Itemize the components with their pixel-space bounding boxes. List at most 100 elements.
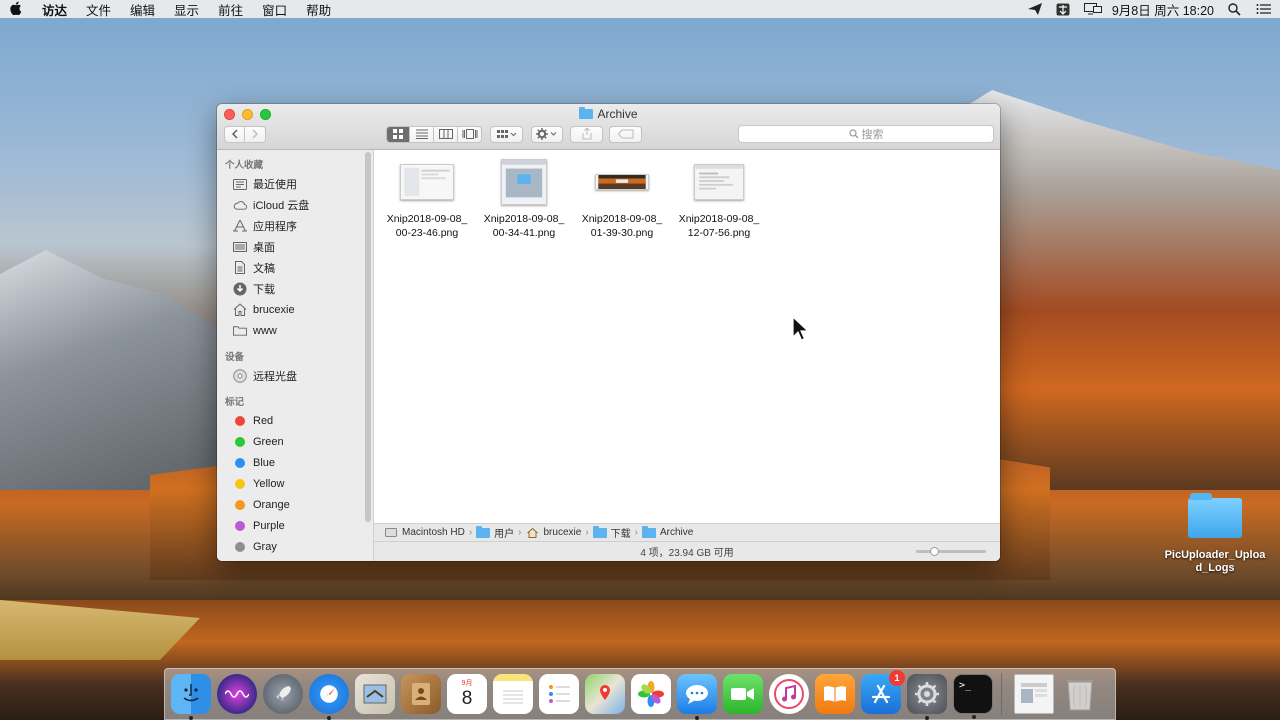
notification-badge: 1	[889, 670, 905, 686]
sidebar-tag-orange[interactable]: Orange	[217, 494, 373, 515]
share-icon	[582, 128, 591, 140]
sidebar-item-applications[interactable]: 应用程序	[217, 215, 373, 236]
back-button[interactable]	[224, 125, 245, 143]
folder-icon	[233, 325, 247, 337]
sidebar-tag-purple[interactable]: Purple	[217, 515, 373, 536]
path-segment-users[interactable]: 用户	[494, 525, 514, 540]
dock-facetime[interactable]	[723, 674, 763, 714]
dock-mail[interactable]	[355, 674, 395, 714]
tag-color-dot-icon	[235, 436, 245, 447]
menu-finder[interactable]: 访达	[42, 0, 67, 19]
menu-help[interactable]: 帮助	[306, 0, 331, 19]
action-button[interactable]	[531, 125, 563, 143]
photos-flower-icon	[638, 681, 664, 707]
dock-terminal[interactable]: >_	[953, 674, 993, 719]
file-browser[interactable]: Xnip2018-09-08_ 00-23-46.png Xnip2018-09…	[374, 150, 1000, 561]
dock-messages[interactable]	[677, 674, 717, 720]
calendar-month: 9月	[461, 679, 473, 687]
path-bar: Macintosh HD › 用户 › brucexie › 下载 › Arch…	[374, 523, 1000, 541]
dock-ibooks[interactable]	[815, 674, 855, 714]
sidebar-tag-red[interactable]: Red	[217, 410, 373, 431]
dock-finder[interactable]	[171, 674, 211, 720]
screenshot-thumbnail-icon	[694, 164, 744, 200]
dock-reminders[interactable]	[539, 674, 579, 714]
applications-icon	[233, 219, 247, 232]
sidebar-tag-gray[interactable]: Gray	[217, 536, 373, 557]
input-method-icon[interactable]	[1056, 3, 1070, 16]
menu-window[interactable]: 窗口	[262, 0, 287, 19]
gallery-view-button[interactable]	[458, 125, 482, 143]
group-by-button[interactable]	[490, 125, 523, 143]
icon-view-button[interactable]	[386, 125, 410, 143]
dock-siri[interactable]	[217, 674, 257, 714]
sidebar-item-home[interactable]: brucexie	[217, 299, 373, 320]
menubar-clock[interactable]: 9月8日 周六 18:20	[1112, 0, 1214, 19]
icon-size-slider[interactable]	[916, 547, 986, 556]
sidebar-item-recents[interactable]: 最近使用	[217, 173, 373, 194]
share-button[interactable]	[570, 125, 603, 143]
apple-menu-icon[interactable]	[10, 1, 24, 18]
dock-divider	[1001, 673, 1002, 715]
sidebar-item-remote-disc[interactable]: 远程光盘	[217, 365, 373, 386]
menu-go[interactable]: 前往	[218, 0, 243, 19]
sidebar-item-desktop[interactable]: 桌面	[217, 236, 373, 257]
sidebar-item-www[interactable]: www	[217, 320, 373, 341]
slider-knob[interactable]	[930, 547, 939, 556]
music-note-icon	[774, 679, 804, 709]
file-item[interactable]: Xnip2018-09-08_ 01-39-30.png	[576, 154, 668, 240]
sidebar-scrollbar[interactable]	[365, 152, 371, 522]
dock-itunes[interactable]	[769, 674, 809, 714]
sidebar-item-downloads[interactable]: 下载	[217, 278, 373, 299]
menu-edit[interactable]: 编辑	[130, 0, 155, 19]
notification-center-icon[interactable]	[1256, 3, 1271, 15]
dock-safari[interactable]	[309, 674, 349, 720]
sidebar-tag-yellow[interactable]: Yellow	[217, 473, 373, 494]
dock-trash[interactable]	[1060, 674, 1100, 714]
menu-file[interactable]: 文件	[86, 0, 111, 19]
dock-system-preferences[interactable]	[907, 674, 947, 720]
tag-color-dot-icon	[235, 415, 245, 426]
forward-button[interactable]	[245, 125, 266, 143]
sidebar-tag-blue[interactable]: Blue	[217, 452, 373, 473]
path-segment-disk[interactable]: Macintosh HD	[402, 527, 465, 538]
dock-calendar[interactable]: 9月 8	[447, 674, 487, 714]
sidebar-tag-green[interactable]: Green	[217, 431, 373, 452]
search-field[interactable]: 搜索	[738, 125, 994, 143]
sidebar-item-documents[interactable]: 文稿	[217, 257, 373, 278]
contacts-book-icon	[412, 683, 430, 705]
dock-launchpad[interactable]	[263, 674, 303, 714]
dock-photos[interactable]	[631, 674, 671, 714]
chevron-left-icon	[231, 129, 237, 139]
window-titlebar[interactable]: Archive 搜索	[217, 104, 1000, 150]
dock-app-store[interactable]: 1	[861, 670, 905, 714]
path-segment-downloads[interactable]: 下载	[611, 525, 631, 540]
group-grid-icon	[496, 130, 516, 138]
sidebar-tag-label: Green	[253, 435, 284, 448]
file-item[interactable]: Xnip2018-09-08_ 00-23-46.png	[381, 154, 473, 240]
path-segment-home[interactable]: brucexie	[544, 527, 582, 538]
download-icon	[233, 282, 247, 295]
dock-notes[interactable]	[493, 674, 533, 714]
spotlight-search-icon[interactable]	[1228, 3, 1242, 16]
menu-view[interactable]: 显示	[174, 0, 199, 19]
window-title-text: Archive	[597, 107, 638, 121]
paper-plane-icon[interactable]	[1027, 3, 1042, 15]
speech-bubble-icon	[686, 685, 708, 704]
path-separator-icon: ›	[518, 527, 522, 538]
column-view-button[interactable]	[434, 125, 458, 143]
file-name-line1: Xnip2018-09-08_	[581, 213, 663, 225]
sidebar-item-icloud-drive[interactable]: iCloud 云盘	[217, 194, 373, 215]
dock-downloads-stack[interactable]	[1014, 674, 1054, 714]
tags-button[interactable]	[609, 125, 642, 143]
dock-contacts[interactable]	[401, 674, 441, 714]
menu-bar: 访达 文件 编辑 显示 前往 窗口 帮助 9月8日 周六 18:20	[0, 0, 1280, 18]
search-icon	[848, 129, 858, 139]
airplay-display-icon[interactable]	[1083, 3, 1102, 15]
dock-maps[interactable]	[585, 674, 625, 714]
file-item[interactable]: Xnip2018-09-08_ 00-34-41.png	[478, 154, 570, 240]
desktop-folder[interactable]: PicUploader_Uploa d_Logs	[1160, 493, 1270, 575]
rocket-icon	[276, 686, 291, 701]
list-view-button[interactable]	[410, 125, 434, 143]
file-item[interactable]: Xnip2018-09-08_ 12-07-56.png	[673, 154, 765, 240]
path-segment-archive[interactable]: Archive	[660, 527, 693, 538]
